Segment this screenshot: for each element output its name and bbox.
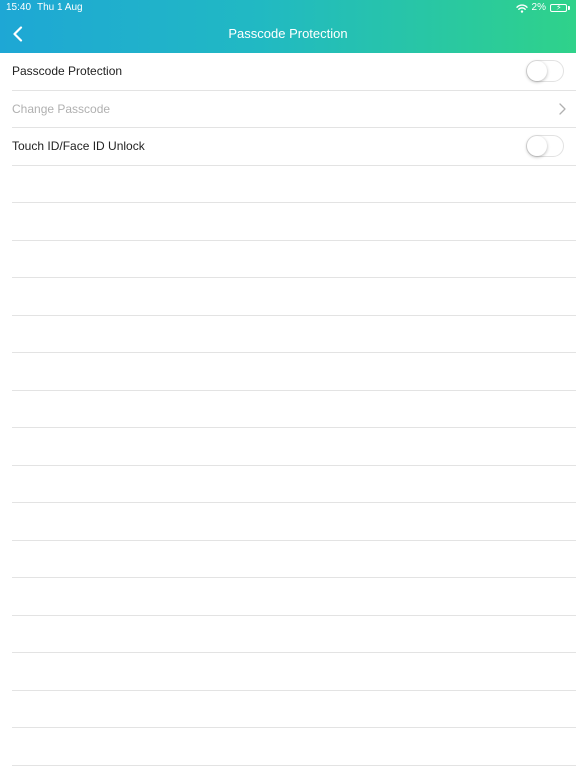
empty-list-row (12, 391, 576, 428)
change-passcode-label: Change Passcode (12, 101, 111, 116)
settings-list: Passcode Protection Change Passcode Touc… (0, 53, 576, 766)
empty-list-row (12, 578, 576, 616)
status-time: 15:40 (6, 2, 32, 13)
empty-list-row (12, 166, 576, 203)
empty-list-row (12, 203, 576, 241)
empty-list-row (12, 728, 576, 766)
empty-list-row (12, 616, 576, 653)
passcode-protection-label: Passcode Protection (12, 64, 123, 78)
empty-list-row (12, 691, 576, 728)
app-header: 15:40 Thu 1 Aug 2% ⚡ Passcode Protection (0, 0, 576, 53)
change-passcode-row[interactable]: Change Passcode (12, 91, 576, 128)
empty-list-row (12, 541, 576, 578)
empty-list-row (12, 353, 576, 391)
nav-bar: Passcode Protection (0, 16, 576, 53)
empty-rows (0, 166, 576, 766)
touch-face-id-toggle[interactable] (526, 135, 564, 157)
empty-list-row (12, 466, 576, 503)
status-indicators: 2% ⚡ (515, 0, 570, 16)
passcode-protection-row: Passcode Protection (12, 53, 576, 91)
status-date: Thu 1 Aug (37, 2, 83, 13)
empty-list-row (12, 428, 576, 466)
toggle-knob (527, 61, 547, 81)
empty-list-row (12, 503, 576, 541)
passcode-protection-toggle[interactable] (526, 60, 564, 82)
toggle-knob (527, 136, 547, 156)
wifi-icon (515, 3, 528, 13)
empty-list-row (12, 653, 576, 691)
page-title: Passcode Protection (228, 26, 348, 41)
empty-list-row (12, 316, 576, 353)
empty-list-row (12, 241, 576, 278)
battery-charging-icon: ⚡ (550, 4, 570, 12)
touch-face-id-row: Touch ID/Face ID Unlock (12, 128, 576, 166)
chevron-right-icon (559, 102, 566, 115)
battery-percent: 2% (531, 2, 546, 13)
status-bar: 15:40 Thu 1 Aug 2% ⚡ (0, 0, 576, 16)
touch-face-id-label: Touch ID/Face ID Unlock (12, 139, 145, 153)
empty-list-row (12, 278, 576, 316)
